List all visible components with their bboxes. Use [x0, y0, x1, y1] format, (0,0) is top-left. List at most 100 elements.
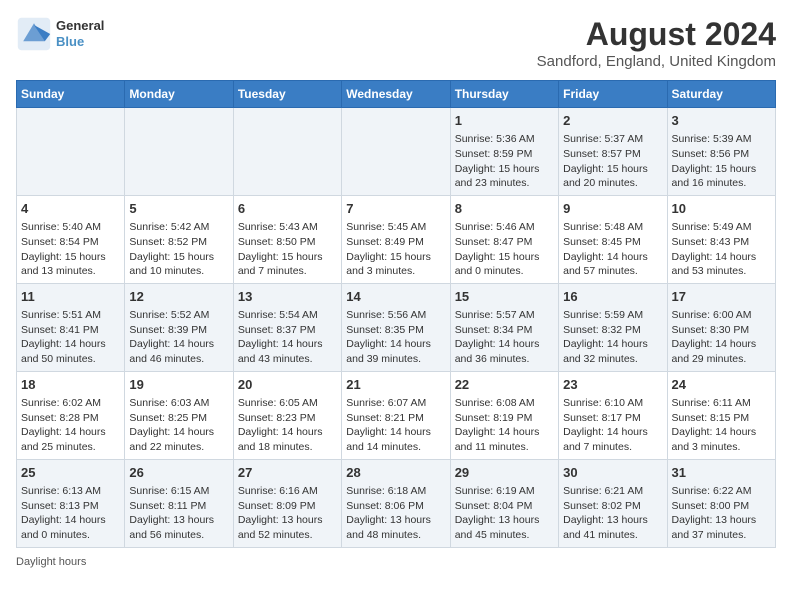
calendar-cell: 25 Sunrise: 6:13 AM Sunset: 8:13 PM Dayli… — [17, 459, 125, 547]
day-info: Sunrise: 5:43 AM Sunset: 8:50 PM Dayligh… — [238, 220, 337, 279]
calendar-cell: 21Sunrise: 6:07 AM Sunset: 8:21 PM Dayli… — [342, 371, 450, 459]
day-number: 13 — [238, 288, 337, 306]
header-day-saturday: Saturday — [667, 81, 775, 108]
day-info: Sunrise: 5:36 AM Sunset: 8:59 PM Dayligh… — [455, 132, 554, 191]
calendar-cell: 17 Sunrise: 6:00 AM Sunset: 8:30 PM Dayli… — [667, 283, 775, 371]
calendar-cell: 3 Sunrise: 5:39 AM Sunset: 8:56 PM Daylig… — [667, 108, 775, 196]
calendar-cell: 24 Sunrise: 6:11 AM Sunset: 8:15 PM Dayli… — [667, 371, 775, 459]
day-info: Sunrise: 5:51 AM Sunset: 8:41 PM Dayligh… — [21, 308, 120, 367]
header-day-tuesday: Tuesday — [233, 81, 341, 108]
calendar-cell: 27 Sunrise: 6:16 AM Sunset: 8:09 PM Dayli… — [233, 459, 341, 547]
day-info: Sunrise: 5:49 AM Sunset: 8:43 PM Dayligh… — [672, 220, 771, 279]
day-number: 26 — [129, 464, 228, 482]
day-number: 27 — [238, 464, 337, 482]
day-number: 17 — [672, 288, 771, 306]
day-info: Sunrise: 6:05 AM Sunset: 8:23 PM Dayligh… — [238, 396, 337, 455]
calendar-cell: 7 Sunrise: 5:45 AM Sunset: 8:49 PM Daylig… — [342, 195, 450, 283]
day-info: Sunrise: 6:16 AM Sunset: 8:09 PM Dayligh… — [238, 484, 337, 543]
day-info: Sunrise: 5:40 AM Sunset: 8:54 PM Dayligh… — [21, 220, 120, 279]
day-number: 23 — [563, 376, 662, 394]
calendar-cell: 31Sunrise: 6:22 AM Sunset: 8:00 PM Dayli… — [667, 459, 775, 547]
calendar-cell — [233, 108, 341, 196]
day-number: 5 — [129, 200, 228, 218]
day-info: Sunrise: 6:18 AM Sunset: 8:06 PM Dayligh… — [346, 484, 445, 543]
day-info: Sunrise: 5:56 AM Sunset: 8:35 PM Dayligh… — [346, 308, 445, 367]
header-day-sunday: Sunday — [17, 81, 125, 108]
day-info: Sunrise: 6:03 AM Sunset: 8:25 PM Dayligh… — [129, 396, 228, 455]
day-info: Sunrise: 6:19 AM Sunset: 8:04 PM Dayligh… — [455, 484, 554, 543]
day-info: Sunrise: 6:08 AM Sunset: 8:19 PM Dayligh… — [455, 396, 554, 455]
day-info: Sunrise: 6:00 AM Sunset: 8:30 PM Dayligh… — [672, 308, 771, 367]
day-number: 29 — [455, 464, 554, 482]
day-info: Sunrise: 5:45 AM Sunset: 8:49 PM Dayligh… — [346, 220, 445, 279]
week-row-4: 25 Sunrise: 6:13 AM Sunset: 8:13 PM Dayli… — [17, 459, 776, 547]
calendar-cell: 18Sunrise: 6:02 AM Sunset: 8:28 PM Dayli… — [17, 371, 125, 459]
week-row-0: 1 Sunrise: 5:36 AM Sunset: 8:59 PM Daylig… — [17, 108, 776, 196]
day-number: 1 — [455, 112, 554, 130]
logo-line1: General — [56, 18, 104, 34]
day-number: 4 — [21, 200, 120, 218]
calendar-cell: 9Sunrise: 5:48 AM Sunset: 8:45 PM Daylig… — [559, 195, 667, 283]
day-info: Sunrise: 5:42 AM Sunset: 8:52 PM Dayligh… — [129, 220, 228, 279]
day-number: 9 — [563, 200, 662, 218]
header-day-friday: Friday — [559, 81, 667, 108]
day-number: 21 — [346, 376, 445, 394]
calendar-cell: 13 Sunrise: 5:54 AM Sunset: 8:37 PM Dayli… — [233, 283, 341, 371]
day-number: 28 — [346, 464, 445, 482]
calendar-cell: 4 Sunrise: 5:40 AM Sunset: 8:54 PM Daylig… — [17, 195, 125, 283]
calendar-cell: 26 Sunrise: 6:15 AM Sunset: 8:11 PM Dayli… — [125, 459, 233, 547]
calendar-cell — [342, 108, 450, 196]
day-number: 7 — [346, 200, 445, 218]
week-row-3: 18Sunrise: 6:02 AM Sunset: 8:28 PM Dayli… — [17, 371, 776, 459]
calendar-cell: 5 Sunrise: 5:42 AM Sunset: 8:52 PM Daylig… — [125, 195, 233, 283]
calendar-cell: 8 Sunrise: 5:46 AM Sunset: 8:47 PM Daylig… — [450, 195, 558, 283]
day-number: 30 — [563, 464, 662, 482]
day-info: Sunrise: 6:13 AM Sunset: 8:13 PM Dayligh… — [21, 484, 120, 543]
calendar-cell: 28 Sunrise: 6:18 AM Sunset: 8:06 PM Dayli… — [342, 459, 450, 547]
day-info: Sunrise: 5:39 AM Sunset: 8:56 PM Dayligh… — [672, 132, 771, 191]
day-number: 12 — [129, 288, 228, 306]
week-row-2: 11 Sunrise: 5:51 AM Sunset: 8:41 PM Dayli… — [17, 283, 776, 371]
main-title: August 2024 — [537, 16, 776, 53]
logo-text: General Blue — [56, 18, 104, 49]
day-info: Sunrise: 5:54 AM Sunset: 8:37 PM Dayligh… — [238, 308, 337, 367]
day-info: Sunrise: 5:57 AM Sunset: 8:34 PM Dayligh… — [455, 308, 554, 367]
day-info: Sunrise: 5:46 AM Sunset: 8:47 PM Dayligh… — [455, 220, 554, 279]
calendar-cell — [17, 108, 125, 196]
day-info: Sunrise: 6:15 AM Sunset: 8:11 PM Dayligh… — [129, 484, 228, 543]
day-info: Sunrise: 6:11 AM Sunset: 8:15 PM Dayligh… — [672, 396, 771, 455]
footer-note: Daylight hours — [16, 556, 776, 568]
logo-line2: Blue — [56, 34, 104, 50]
day-number: 11 — [21, 288, 120, 306]
calendar-cell: 30Sunrise: 6:21 AM Sunset: 8:02 PM Dayli… — [559, 459, 667, 547]
header-day-wednesday: Wednesday — [342, 81, 450, 108]
day-number: 2 — [563, 112, 662, 130]
header-day-monday: Monday — [125, 81, 233, 108]
calendar-cell: 12 Sunrise: 5:52 AM Sunset: 8:39 PM Dayli… — [125, 283, 233, 371]
day-info: Sunrise: 6:10 AM Sunset: 8:17 PM Dayligh… — [563, 396, 662, 455]
logo-icon — [16, 16, 52, 52]
day-info: Sunrise: 5:37 AM Sunset: 8:57 PM Dayligh… — [563, 132, 662, 191]
day-info: Sunrise: 5:52 AM Sunset: 8:39 PM Dayligh… — [129, 308, 228, 367]
calendar-cell: 14Sunrise: 5:56 AM Sunset: 8:35 PM Dayli… — [342, 283, 450, 371]
subtitle: Sandford, England, United Kingdom — [537, 53, 776, 70]
day-number: 8 — [455, 200, 554, 218]
day-number: 19 — [129, 376, 228, 394]
day-number: 24 — [672, 376, 771, 394]
calendar-cell: 22 Sunrise: 6:08 AM Sunset: 8:19 PM Dayli… — [450, 371, 558, 459]
calendar-cell: 19 Sunrise: 6:03 AM Sunset: 8:25 PM Dayli… — [125, 371, 233, 459]
logo: General Blue — [16, 16, 104, 52]
header-day-thursday: Thursday — [450, 81, 558, 108]
calendar-cell: 23 Sunrise: 6:10 AM Sunset: 8:17 PM Dayli… — [559, 371, 667, 459]
calendar-cell: 2 Sunrise: 5:37 AM Sunset: 8:57 PM Daylig… — [559, 108, 667, 196]
day-number: 22 — [455, 376, 554, 394]
calendar-cell: 6 Sunrise: 5:43 AM Sunset: 8:50 PM Daylig… — [233, 195, 341, 283]
day-info: Sunrise: 6:22 AM Sunset: 8:00 PM Dayligh… — [672, 484, 771, 543]
week-row-1: 4 Sunrise: 5:40 AM Sunset: 8:54 PM Daylig… — [17, 195, 776, 283]
title-area: August 2024 Sandford, England, United Ki… — [537, 16, 776, 70]
day-number: 25 — [21, 464, 120, 482]
day-number: 3 — [672, 112, 771, 130]
day-number: 15 — [455, 288, 554, 306]
day-number: 6 — [238, 200, 337, 218]
calendar-cell: 16Sunrise: 5:59 AM Sunset: 8:32 PM Dayli… — [559, 283, 667, 371]
